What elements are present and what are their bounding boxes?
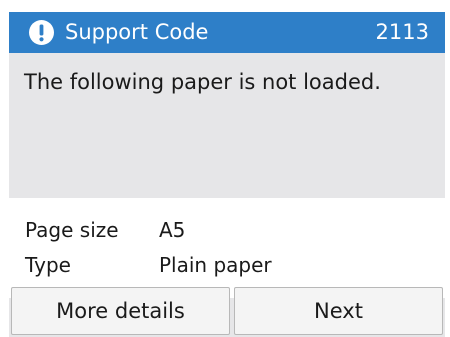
more-details-button[interactable]: More details <box>11 287 230 335</box>
page-size-label: Page size <box>25 218 119 242</box>
title-text: Support Code <box>65 20 209 44</box>
error-message: The following paper is not loaded. <box>24 70 381 94</box>
printer-lcd-screen: Support Code 2113 The following paper is… <box>9 12 445 337</box>
paper-details-panel: Page size A5 Type Plain paper <box>9 198 445 298</box>
type-label: Type <box>25 253 71 277</box>
next-button[interactable]: Next <box>234 287 443 335</box>
page-size-value: A5 <box>159 218 186 242</box>
type-value: Plain paper <box>159 253 272 277</box>
exclamation-icon <box>29 20 54 45</box>
detail-row-page-size: Page size A5 <box>25 215 185 245</box>
title-bar: Support Code 2113 <box>9 12 445 53</box>
support-code-number: 2113 <box>375 20 429 44</box>
detail-row-type: Type Plain paper <box>25 250 272 280</box>
